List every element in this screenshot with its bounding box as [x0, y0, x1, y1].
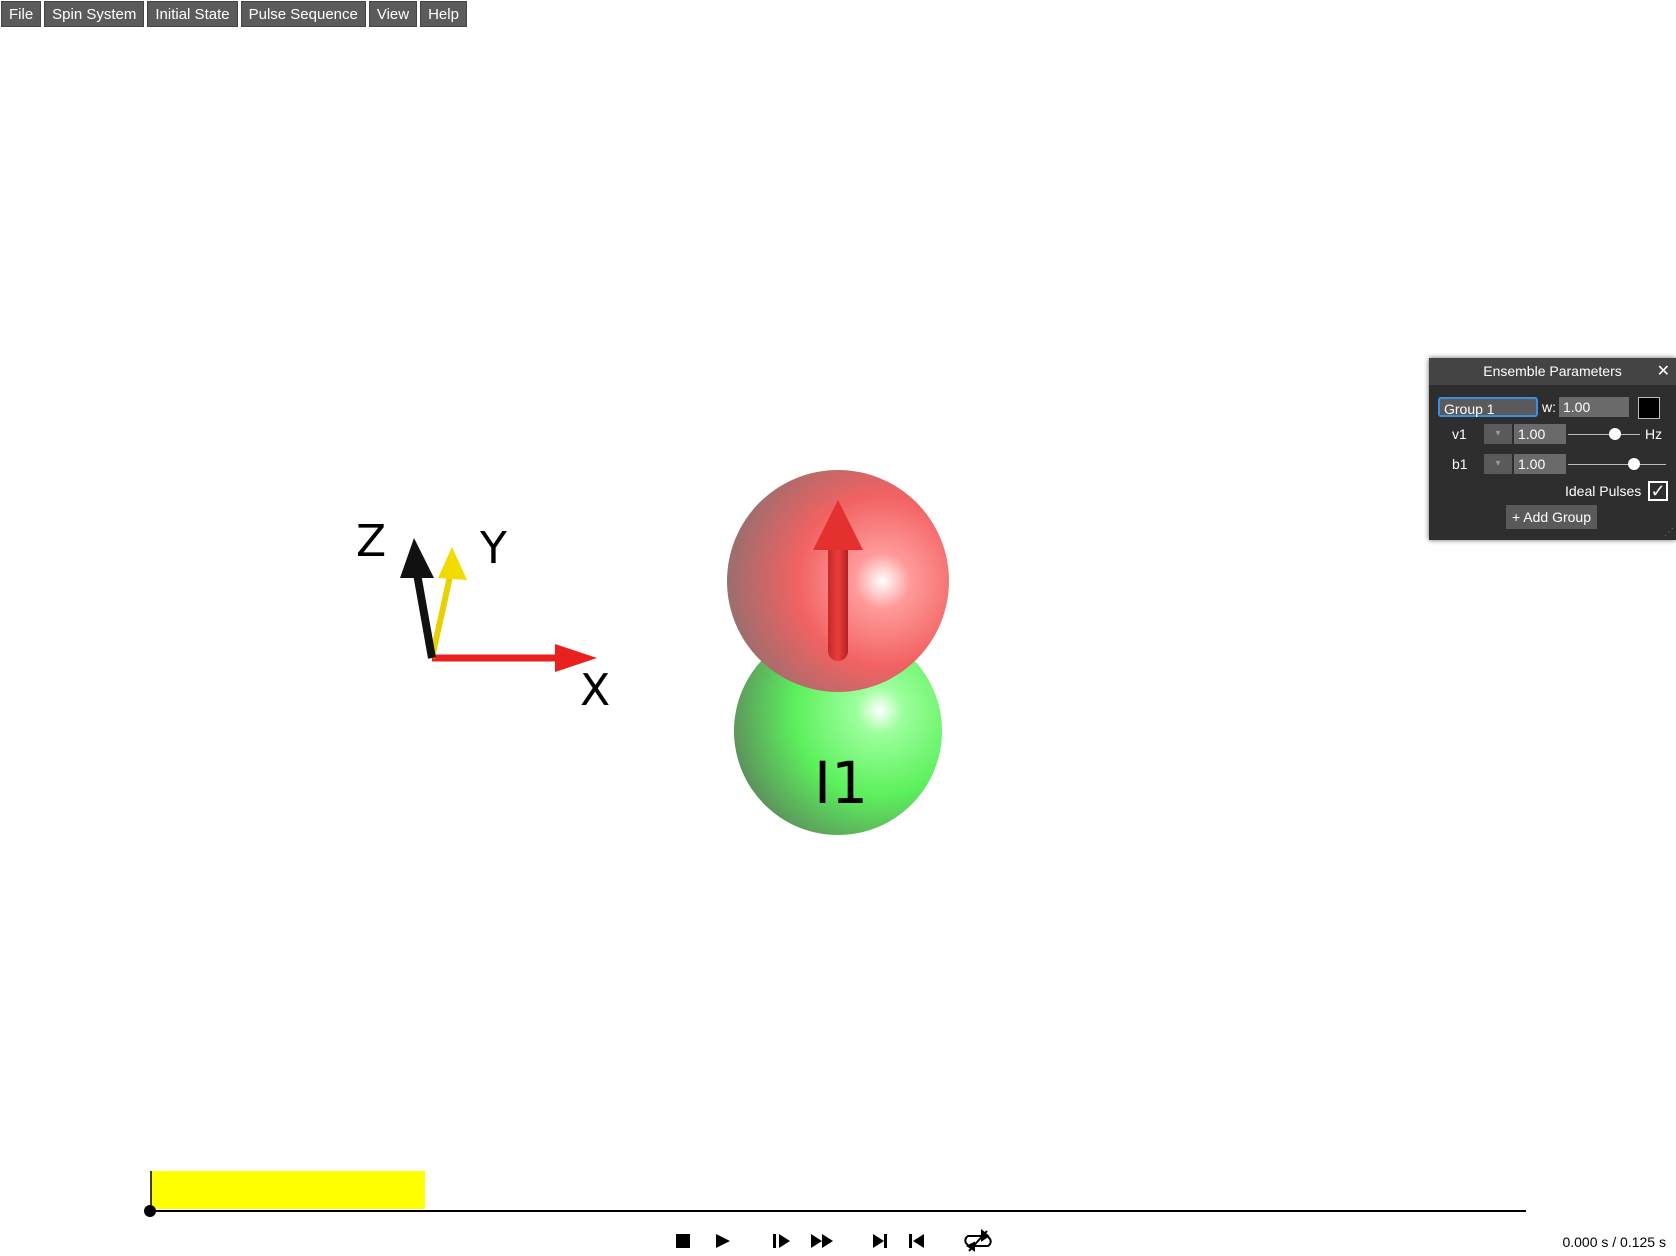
pulse-block — [151, 1171, 425, 1209]
z-axis-arrowhead — [400, 538, 434, 578]
close-icon[interactable]: ✕ — [1657, 358, 1670, 385]
menu-view[interactable]: View — [368, 1, 418, 27]
z-axis-shaft — [412, 567, 436, 659]
skip-to-start-icon[interactable] — [909, 1234, 924, 1248]
bloch-scene[interactable]: Z Y X I1 — [0, 0, 1676, 1256]
y-axis-label: Y — [479, 523, 507, 574]
b1-slider-knob[interactable] — [1628, 458, 1640, 470]
w-label: w: — [1542, 399, 1556, 415]
loop-icon[interactable] — [964, 1228, 992, 1252]
v1-label: v1 — [1452, 426, 1467, 442]
resize-grip-icon[interactable]: ⋰ — [1664, 528, 1674, 538]
transport-controls — [676, 1228, 992, 1252]
b1-slider-track[interactable] — [1568, 464, 1666, 465]
panel-title: Ensemble Parameters — [1483, 363, 1622, 379]
y-axis-shaft — [429, 571, 454, 659]
v1-slider-knob[interactable] — [1609, 428, 1621, 440]
menu-initial-state[interactable]: Initial State — [147, 1, 238, 27]
group-color-swatch[interactable] — [1638, 397, 1660, 419]
z-axis-label: Z — [356, 516, 386, 567]
b1-input[interactable]: 1.00 — [1514, 454, 1566, 474]
ideal-pulses-checkbox[interactable]: ✓ — [1648, 481, 1668, 501]
spin-label: I1 — [814, 749, 868, 817]
panel-title-bar[interactable]: Ensemble Parameters ✕ — [1429, 358, 1676, 385]
menu-bar: File Spin System Initial State Pulse Seq… — [1, 1, 467, 27]
b1-label: b1 — [1452, 456, 1468, 472]
time-readout: 0.000 s / 0.125 s — [1562, 1234, 1666, 1250]
v1-input[interactable]: 1.00 — [1514, 424, 1566, 444]
y-axis-arrowhead — [438, 547, 467, 580]
menu-help[interactable]: Help — [420, 1, 467, 27]
spin-vector-shaft — [828, 535, 848, 661]
axes-gizmo: Z Y X — [356, 516, 610, 716]
ensemble-parameters-panel: Ensemble Parameters ✕ Group 1 w: 1.00 v1… — [1429, 358, 1676, 540]
x-axis-label: X — [580, 665, 610, 716]
v1-stepper[interactable]: ▾ — [1484, 424, 1512, 444]
menu-spin-system[interactable]: Spin System — [44, 1, 145, 27]
group-name-input[interactable]: Group 1 — [1438, 397, 1538, 417]
v1-slider-track[interactable] — [1568, 434, 1640, 435]
ideal-pulses-label: Ideal Pulses — [1565, 483, 1642, 499]
add-group-button[interactable]: + Add Group — [1506, 505, 1597, 529]
skip-to-end-icon[interactable] — [873, 1234, 887, 1248]
stop-icon[interactable] — [676, 1234, 690, 1248]
menu-file[interactable]: File — [1, 1, 42, 27]
v1-unit: Hz — [1645, 426, 1663, 442]
step-forward-icon[interactable] — [773, 1234, 790, 1248]
w-input[interactable]: 1.00 — [1559, 397, 1629, 417]
pulse-timeline[interactable] — [144, 1171, 1526, 1217]
menu-pulse-sequence[interactable]: Pulse Sequence — [240, 1, 366, 27]
spin-I1[interactable]: I1 — [727, 470, 949, 835]
fast-forward-icon[interactable] — [811, 1234, 833, 1248]
play-icon[interactable] — [716, 1234, 730, 1248]
playhead — [144, 1205, 156, 1217]
b1-stepper[interactable]: ▾ — [1484, 454, 1512, 474]
